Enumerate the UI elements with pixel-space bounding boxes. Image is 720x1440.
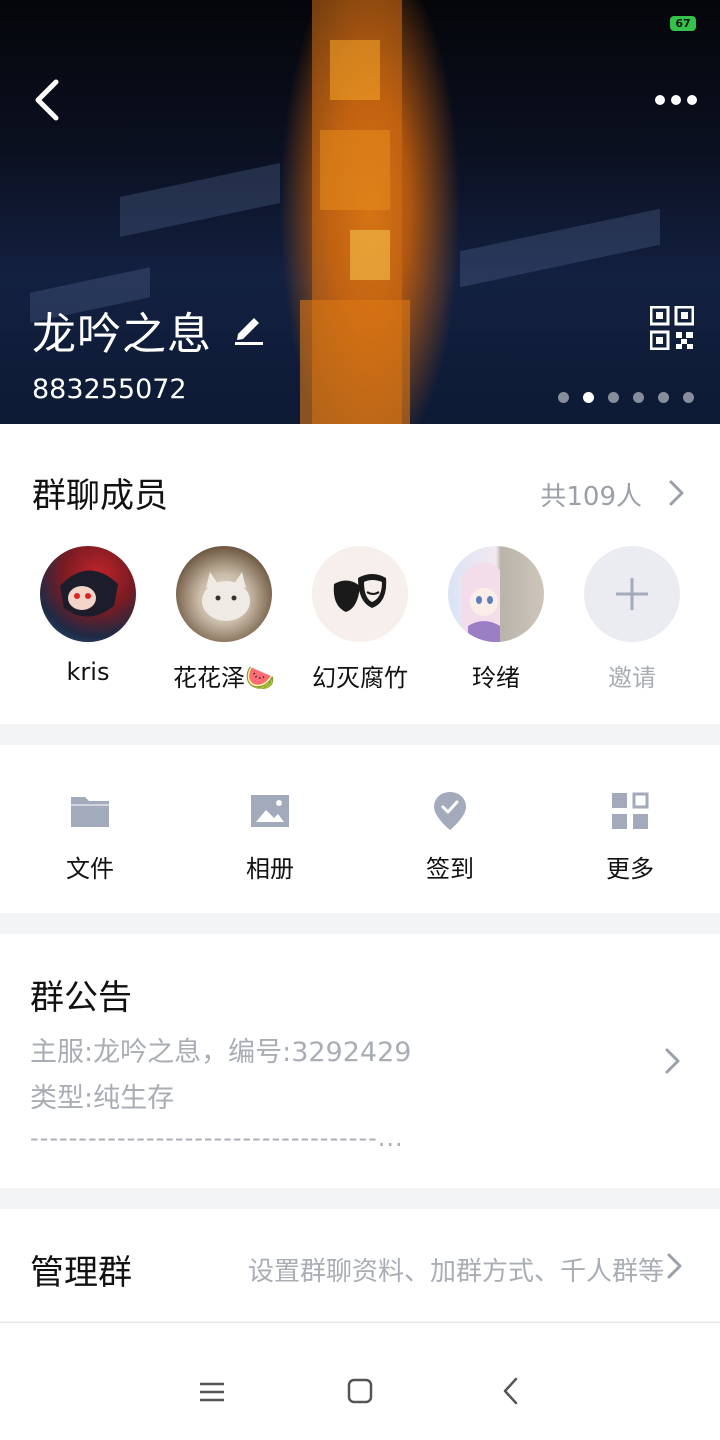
manage-group-description: 设置群聊资料、加群方式、千人群等 bbox=[247, 1257, 664, 1287]
member-name: kris bbox=[66, 658, 110, 686]
member-item[interactable]: 幻灭腐竹 bbox=[292, 546, 428, 693]
member-item[interactable]: 玲绪 bbox=[428, 546, 564, 693]
page-dot bbox=[583, 392, 594, 403]
menu-icon[interactable] bbox=[192, 1374, 232, 1410]
files-label: 文件 bbox=[66, 855, 114, 883]
chevron-right-icon[interactable] bbox=[664, 1251, 686, 1281]
album-label: 相册 bbox=[246, 855, 294, 883]
checkin-button[interactable]: 签到 bbox=[390, 789, 510, 884]
back-triangle-icon[interactable] bbox=[492, 1374, 532, 1410]
invite-label: 邀请 bbox=[608, 664, 656, 692]
announcement-title: 群公告 bbox=[30, 978, 132, 1018]
member-item[interactable]: 花花泽🍉 bbox=[156, 546, 292, 693]
battery-indicator: 67 bbox=[670, 16, 696, 31]
member-name: 花花泽🍉 bbox=[173, 664, 275, 692]
folder-icon bbox=[71, 797, 109, 827]
location-check-icon bbox=[434, 792, 466, 830]
member-item[interactable]: kris bbox=[20, 546, 156, 686]
page-dot bbox=[633, 392, 644, 403]
manage-group-row[interactable]: 管理群 设置群聊资料、加群方式、千人群等 bbox=[0, 1209, 720, 1321]
system-navigation-bar bbox=[0, 1344, 720, 1440]
member-count[interactable]: 共109人 bbox=[540, 476, 642, 513]
announcement-line: 类型:纯生存 bbox=[30, 1083, 175, 1114]
page-dot bbox=[683, 392, 694, 403]
invite-member-button[interactable]: 邀请 bbox=[564, 546, 700, 693]
announcement-line: ------------------------------------... bbox=[30, 1124, 404, 1152]
member-name: 幻灭腐竹 bbox=[312, 664, 408, 692]
group-name: 龙吟之息 bbox=[32, 309, 212, 360]
members-title: 群聊成员 bbox=[32, 476, 168, 516]
album-button[interactable]: 相册 bbox=[210, 789, 330, 884]
page-dot bbox=[608, 392, 619, 403]
files-button[interactable]: 文件 bbox=[30, 789, 150, 884]
avatar[interactable] bbox=[40, 546, 136, 642]
edit-pencil-icon[interactable] bbox=[232, 310, 266, 346]
background-shard bbox=[460, 208, 660, 288]
more-label: 更多 bbox=[606, 855, 654, 883]
checkin-label: 签到 bbox=[426, 855, 474, 883]
group-members-section: 群聊成员 共109人 kris 花花泽🍉 幻灭腐竹 玲绪 邀请 bbox=[0, 424, 720, 724]
qr-code-icon[interactable] bbox=[650, 306, 694, 350]
more-tools-button[interactable]: 更多 bbox=[570, 789, 690, 884]
background-shard bbox=[120, 162, 280, 238]
home-square-icon[interactable] bbox=[340, 1374, 380, 1410]
theatre-masks-icon bbox=[333, 574, 387, 612]
member-name: 玲绪 bbox=[472, 664, 520, 692]
group-number: 883255072 bbox=[32, 374, 187, 405]
announcement-line: 主服:龙吟之息，编号:3292429 bbox=[30, 1037, 412, 1068]
page-dot bbox=[558, 392, 569, 403]
page-dot bbox=[658, 392, 669, 403]
manage-group-title: 管理群 bbox=[30, 1253, 132, 1293]
back-arrow-icon[interactable] bbox=[28, 76, 76, 124]
invite-avatar[interactable] bbox=[584, 546, 680, 642]
image-icon bbox=[251, 795, 289, 827]
next-row-peek bbox=[0, 1322, 720, 1345]
more-options-icon[interactable] bbox=[652, 82, 700, 118]
grid-apps-icon bbox=[612, 792, 649, 829]
group-announcement-section[interactable]: 群公告 主服:龙吟之息，编号:3292429 类型:纯生存 ----------… bbox=[0, 934, 720, 1188]
group-header-banner: 67 龙吟之息 883255072 bbox=[0, 0, 720, 424]
avatar[interactable] bbox=[312, 546, 408, 642]
avatar[interactable] bbox=[448, 546, 544, 642]
avatar[interactable] bbox=[176, 546, 272, 642]
group-tools-section: 文件 相册 签到 更多 bbox=[0, 745, 720, 913]
banner-page-indicator bbox=[558, 392, 694, 403]
plus-icon bbox=[616, 578, 648, 610]
chevron-right-icon[interactable] bbox=[666, 478, 688, 508]
chevron-right-icon[interactable] bbox=[662, 1046, 684, 1076]
banner-tower-image bbox=[300, 0, 450, 424]
